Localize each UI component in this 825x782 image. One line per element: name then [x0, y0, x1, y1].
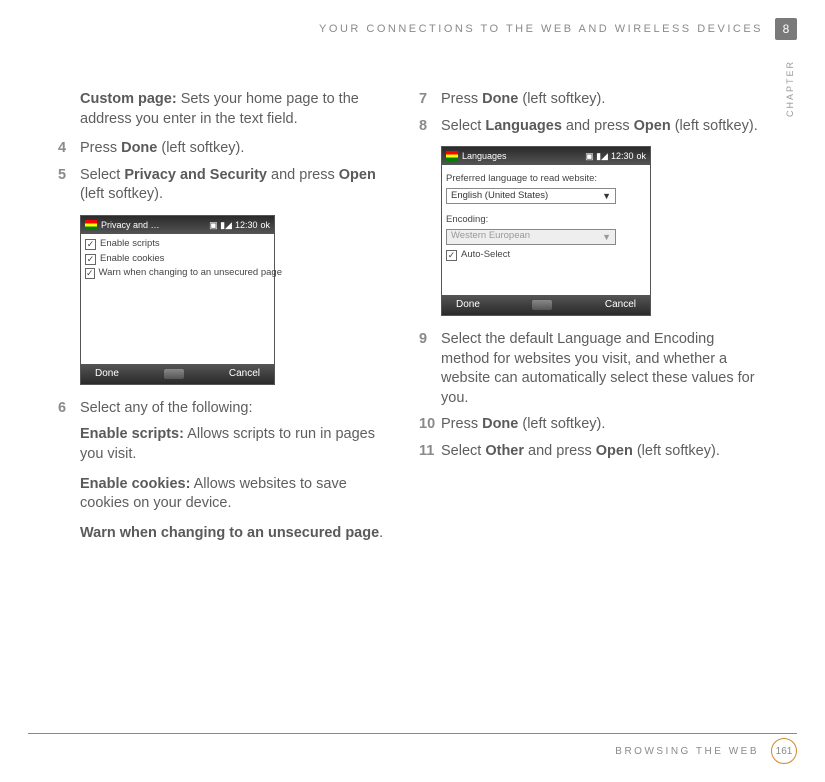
left-softkey: Done	[456, 298, 480, 312]
checkbox-icon: ✓	[446, 250, 457, 261]
step-body: Select Languages and press Open (left so…	[441, 117, 758, 137]
step-body: Select any of the following:	[80, 399, 397, 419]
step-number: 11	[419, 442, 441, 462]
right-softkey: Cancel	[605, 298, 636, 312]
step-number: 10	[419, 415, 441, 435]
clock: 12:30	[611, 150, 634, 162]
step-number: 5	[58, 166, 80, 205]
step-number: 8	[419, 117, 441, 137]
encoding-dropdown: Western European▼	[446, 229, 616, 245]
language-dropdown: English (United States)▼	[446, 188, 616, 204]
right-column: 7 Press Done (left softkey). 8 Select La…	[419, 90, 758, 553]
clock: 12:30	[235, 219, 258, 231]
header-title: YOUR CONNECTIONS TO THE WEB AND WIRELESS…	[319, 23, 763, 35]
checkbox-row: ✓Enable scripts	[85, 238, 270, 251]
option-enable-cookies: Enable cookies: Allows websites to save …	[80, 475, 397, 514]
option-enable-scripts: Enable scripts: Allows scripts to run in…	[80, 425, 397, 464]
step-10: 10 Press Done (left softkey).	[419, 415, 758, 435]
status-icons: ▣ ▮◢ 12:30 ok	[585, 150, 646, 162]
label: Encoding:	[446, 214, 646, 227]
chapter-number-badge: 8	[775, 18, 797, 40]
chevron-down-icon: ▼	[602, 231, 611, 243]
right-softkey: Cancel	[229, 367, 260, 381]
step-number: 6	[58, 399, 80, 419]
keyboard-icon	[532, 300, 552, 310]
ok-icon: ok	[636, 150, 646, 162]
content-columns: Custom page: Sets your home page to the …	[58, 90, 758, 553]
step-number: 9	[419, 330, 441, 408]
checkbox-row: ✓Auto-Select	[446, 249, 646, 262]
status-icons: ▣ ▮◢ 12:30 ok	[209, 219, 270, 231]
checkbox-icon: ✓	[85, 239, 96, 250]
step-number: 4	[58, 139, 80, 159]
page-header: YOUR CONNECTIONS TO THE WEB AND WIRELESS…	[319, 18, 797, 40]
footer-rule	[28, 733, 797, 734]
step-7: 7 Press Done (left softkey).	[419, 90, 758, 110]
start-icon	[85, 220, 97, 230]
step-4: 4 Press Done (left softkey).	[58, 139, 397, 159]
languages-screenshot: Languages ▣ ▮◢ 12:30 ok Preferred langua…	[441, 146, 651, 316]
step-number: 7	[419, 90, 441, 110]
step-9: 9 Select the default Language and Encodi…	[419, 330, 758, 408]
step-body: Press Done (left softkey).	[80, 139, 397, 159]
left-column: Custom page: Sets your home page to the …	[58, 90, 397, 553]
step-body: Press Done (left softkey).	[441, 415, 758, 435]
step-11: 11 Select Other and press Open (left sof…	[419, 442, 758, 462]
ok-icon: ok	[260, 219, 270, 231]
keyboard-icon	[164, 369, 184, 379]
chevron-down-icon: ▼	[602, 190, 611, 202]
step-8: 8 Select Languages and press Open (left …	[419, 117, 758, 137]
step-body: Select the default Language and Encoding…	[441, 330, 758, 408]
start-icon	[446, 151, 458, 161]
custom-page-bold: Custom page:	[80, 91, 177, 107]
phone-softkeys: Done Cancel	[81, 364, 274, 384]
phone-body: ✓Enable scripts ✓Enable cookies ✓Warn wh…	[81, 234, 274, 364]
window-title: Languages	[462, 150, 585, 162]
step-body: Press Done (left softkey).	[441, 90, 758, 110]
step-5: 5 Select Privacy and Security and press …	[58, 166, 397, 205]
label: Preferred language to read website:	[446, 173, 646, 186]
privacy-screenshot: Privacy and … ▣ ▮◢ 12:30 ok ✓Enable scri…	[80, 215, 275, 385]
phone-softkeys: Done Cancel	[442, 295, 650, 315]
phone-body: Preferred language to read website: Engl…	[442, 165, 650, 295]
signal-icon: ▣ ▮◢	[209, 219, 232, 231]
footer-text: BROWSING THE WEB	[615, 746, 759, 757]
step-6: 6 Select any of the following:	[58, 399, 397, 419]
checkbox-icon: ✓	[85, 254, 96, 265]
step-body: Select Other and press Open (left softke…	[441, 442, 758, 462]
window-title: Privacy and …	[101, 219, 209, 231]
signal-icon: ▣ ▮◢	[585, 150, 608, 162]
option-warn-unsecured: Warn when changing to an unsecured page.	[80, 524, 397, 544]
step-body: Select Privacy and Security and press Op…	[80, 166, 397, 205]
phone-titlebar: Languages ▣ ▮◢ 12:30 ok	[442, 147, 650, 165]
page-number: 161	[771, 738, 797, 764]
checkbox-row: ✓Enable cookies	[85, 253, 270, 266]
checkbox-icon: ✓	[85, 268, 95, 279]
left-softkey: Done	[95, 367, 119, 381]
checkbox-row: ✓Warn when changing to an unsecured page	[85, 267, 270, 280]
chapter-side-label: CHAPTER	[785, 60, 795, 117]
page-footer: BROWSING THE WEB 161	[615, 738, 797, 764]
phone-titlebar: Privacy and … ▣ ▮◢ 12:30 ok	[81, 216, 274, 234]
custom-page-desc: Custom page: Sets your home page to the …	[80, 90, 397, 129]
